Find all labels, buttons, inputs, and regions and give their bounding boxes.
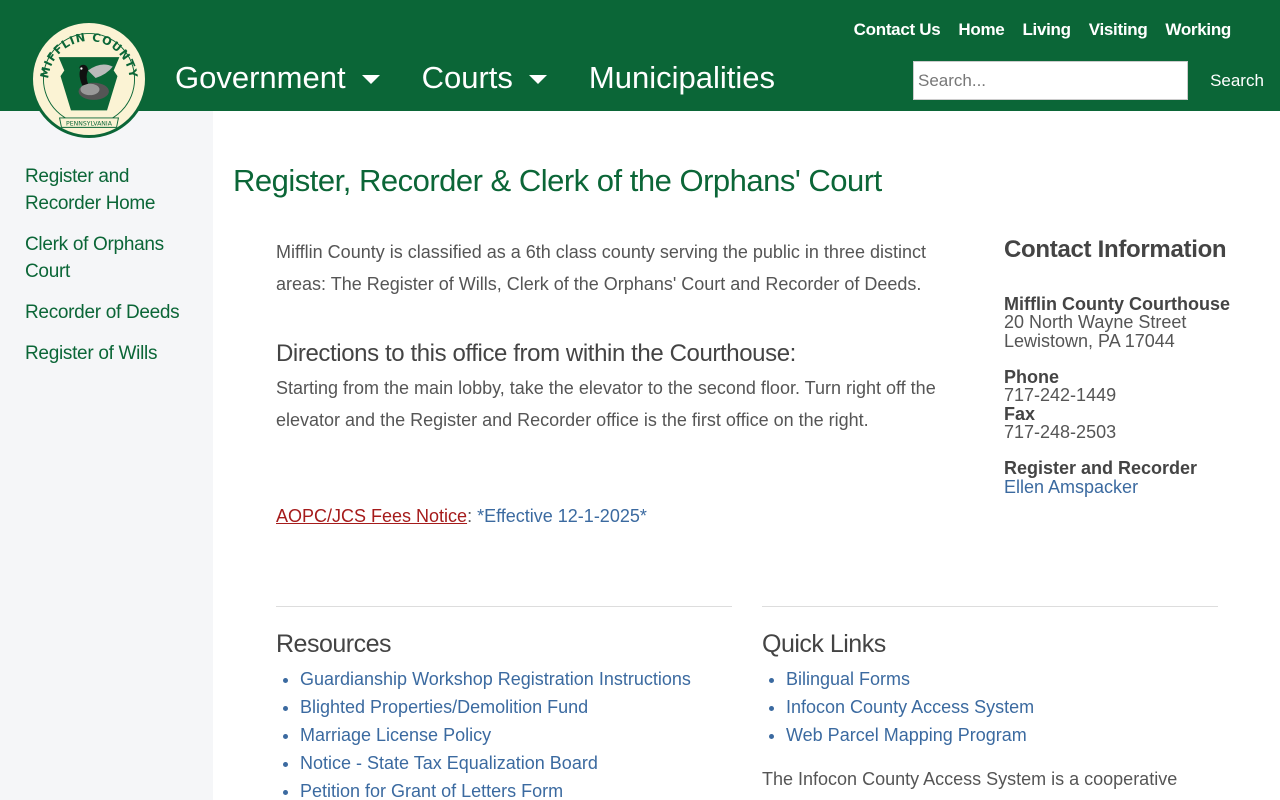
intro-paragraph: Mifflin County is classified as a 6th cl… — [276, 242, 926, 294]
fees-notice: AOPC/JCS Fees Notice: *Effective 12-1-20… — [276, 506, 976, 527]
sidebar-list-item: Register and Recorder Home — [25, 163, 213, 217]
sidebar-item-clerk-orphans-court[interactable]: Clerk of Orphans Court — [25, 231, 200, 285]
quick-link-bilingual-forms[interactable]: Bilingual Forms — [786, 669, 910, 689]
nav-courts-dropdown[interactable]: Courts — [422, 60, 547, 96]
list-item: Marriage License Policy — [300, 721, 746, 749]
nav-municipalities[interactable]: Municipalities — [589, 60, 775, 96]
quick-link-web-parcel[interactable]: Web Parcel Mapping Program — [786, 725, 1027, 745]
resources-list: Guardianship Workshop Registration Instr… — [276, 665, 746, 800]
quick-links-section: Quick Links Bilingual Forms Infocon Coun… — [762, 630, 1232, 793]
directions-heading: Directions to this office from within th… — [276, 340, 796, 367]
address-block: Mifflin County Courthouse 20 North Wayne… — [1004, 295, 1234, 351]
list-item: Blighted Properties/Demolition Fund — [300, 693, 746, 721]
list-item: Guardianship Workshop Registration Instr… — [300, 665, 746, 693]
quick-links-list: Bilingual Forms Infocon County Access Sy… — [762, 665, 1232, 749]
search-input[interactable] — [913, 61, 1188, 100]
fees-colon: : — [467, 506, 478, 526]
nav-courts-label: Courts — [421, 60, 513, 95]
sidebar-list-item: Clerk of Orphans Court — [25, 231, 213, 285]
resource-link-blighted-properties[interactable]: Blighted Properties/Demolition Fund — [300, 697, 588, 717]
sidebar-nav: Register and Recorder Home Clerk of Orph… — [0, 111, 213, 367]
phone-label: Phone — [1004, 367, 1060, 387]
caret-down-icon — [528, 74, 547, 84]
list-item: Petition for Grant of Letters Form — [300, 777, 746, 800]
quick-links-heading: Quick Links — [762, 630, 886, 658]
resource-link-marriage-license[interactable]: Marriage License Policy — [300, 725, 491, 745]
official-title: Register and Recorder — [1004, 458, 1198, 478]
nav-government-label: Government — [175, 60, 346, 95]
search-button[interactable]: Search — [1200, 62, 1274, 100]
list-item: Notice - State Tax Equalization Board — [300, 749, 746, 777]
quick-links-divider — [762, 606, 1218, 607]
main-nav: Government Courts Municipalities — [175, 60, 775, 96]
sidebar: Register and Recorder Home Clerk of Orph… — [0, 111, 213, 800]
official-block: Register and Recorder Ellen Amspacker — [1004, 459, 1234, 498]
logo-banner-text: PENNSYLVANIA — [66, 121, 113, 128]
phone-number: 717-242-1449 — [1004, 385, 1117, 405]
county-seal-icon: MIFFLIN COUNTY PENNSYLVANIA — [35, 25, 143, 133]
utility-link-living[interactable]: Living — [1022, 20, 1071, 40]
contact-heading: Contact Information — [1004, 236, 1227, 263]
utility-nav: Contact Us Home Living Visiting Working — [836, 20, 1232, 40]
list-item: Infocon County Access System — [786, 693, 1232, 721]
directions-paragraph: Starting from the main lobby, take the e… — [276, 378, 936, 430]
sidebar-item-register-recorder-home[interactable]: Register and Recorder Home — [25, 163, 200, 217]
resources-section: Resources Guardianship Workshop Registra… — [276, 630, 746, 800]
nav-government-dropdown[interactable]: Government — [175, 60, 380, 96]
county-seal-logo[interactable]: MIFFLIN COUNTY PENNSYLVANIA — [30, 20, 148, 138]
utility-link-contact-us[interactable]: Contact Us — [854, 20, 941, 40]
resource-link-letters-form[interactable]: Petition for Grant of Letters Form — [300, 781, 563, 800]
official-name-link[interactable]: Ellen Amspacker — [1004, 477, 1138, 497]
utility-link-working[interactable]: Working — [1165, 20, 1231, 40]
fees-notice-link[interactable]: AOPC/JCS Fees Notice — [276, 506, 467, 526]
resources-divider — [276, 606, 732, 607]
resource-link-guardianship[interactable]: Guardianship Workshop Registration Instr… — [300, 669, 691, 689]
resource-link-tax-equalization[interactable]: Notice - State Tax Equalization Board — [300, 753, 598, 773]
infocon-description: The Infocon County Access System is a co… — [762, 769, 1178, 789]
fees-effective-date: *Effective 12-1-2025* — [477, 506, 647, 526]
utility-link-home[interactable]: Home — [958, 20, 1004, 40]
site-header: Contact Us Home Living Visiting Working … — [0, 0, 1280, 111]
list-item: Web Parcel Mapping Program — [786, 721, 1232, 749]
sidebar-list-item: Register of Wills — [25, 340, 213, 367]
utility-link-visiting[interactable]: Visiting — [1089, 20, 1148, 40]
sidebar-list-item: Recorder of Deeds — [25, 299, 213, 326]
sidebar-item-recorder-of-deeds[interactable]: Recorder of Deeds — [25, 299, 200, 326]
quick-link-infocon[interactable]: Infocon County Access System — [786, 697, 1034, 717]
list-item: Bilingual Forms — [786, 665, 1232, 693]
sidebar-item-register-of-wills[interactable]: Register of Wills — [25, 340, 200, 367]
address-line-1: 20 North Wayne Street — [1004, 312, 1187, 332]
location-name: Mifflin County Courthouse — [1004, 294, 1230, 314]
main-content: Mifflin County is classified as a 6th cl… — [276, 236, 976, 527]
phone-block: Phone 717-242-1449 Fax 717-248-2503 — [1004, 368, 1234, 442]
caret-down-icon — [361, 74, 380, 84]
fax-label: Fax — [1004, 404, 1036, 424]
page-title: Register, Recorder & Clerk of the Orphan… — [233, 163, 882, 198]
address-line-2: Lewistown, PA 17044 — [1004, 331, 1175, 351]
resources-heading: Resources — [276, 630, 392, 658]
fax-number: 717-248-2503 — [1004, 422, 1117, 442]
contact-info-panel: Contact Information Mifflin County Court… — [1004, 238, 1234, 498]
